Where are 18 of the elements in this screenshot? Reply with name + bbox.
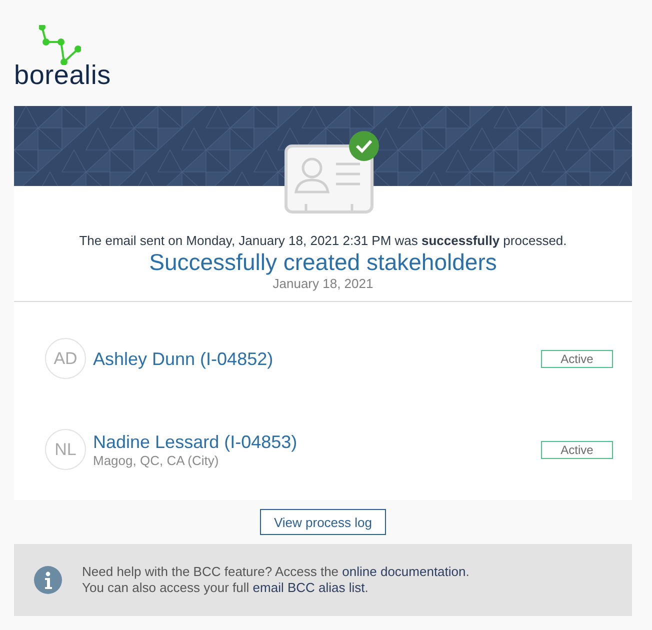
page-title: Successfully created stakeholders xyxy=(149,248,497,276)
help-link[interactable]: email BCC alias list xyxy=(252,580,365,595)
logo-text: borealis xyxy=(14,61,111,89)
date-text: January 18, 2021 xyxy=(272,276,374,291)
status-message: The email sent on Monday, January 18, 2021 2:31 PM was successfully processed. xyxy=(79,233,567,248)
stakeholder-name-link[interactable]: Ashley Dunn (I-04852) xyxy=(93,348,534,370)
help-link[interactable]: online documentation xyxy=(342,564,466,579)
constellation-icon xyxy=(39,25,81,65)
avatar: AD xyxy=(45,338,86,379)
help-text: You can also access your full email BCC alias list. xyxy=(82,580,370,596)
avatar: NL xyxy=(45,429,86,470)
help-text: Need help with the BCC feature? Access the online documentation. xyxy=(82,564,470,580)
view-log-button[interactable]: View process log xyxy=(260,509,386,535)
location-text: Magog, QC, CA (City) xyxy=(93,453,220,468)
status-badge: Active xyxy=(541,440,613,458)
status-badge: Active xyxy=(541,350,613,368)
stakeholder-name-link[interactable]: Nadine Lessard (I-04853) xyxy=(93,431,534,453)
info-icon xyxy=(34,566,62,594)
